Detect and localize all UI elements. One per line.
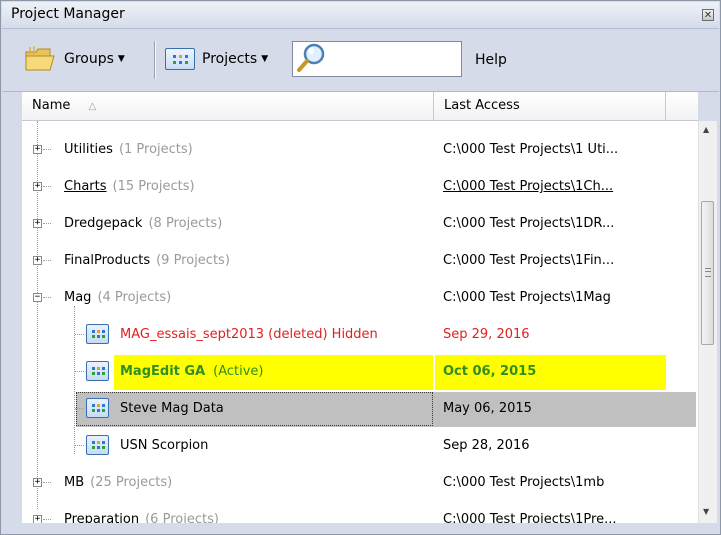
last-access: Sep 28, 2016 <box>443 438 530 453</box>
folder-icon <box>25 46 55 71</box>
group-name: Preparation (6 Projects) <box>64 512 219 523</box>
group-label: MB <box>64 475 85 490</box>
group-label: Preparation <box>64 512 140 523</box>
tree-connector <box>75 408 84 409</box>
column-header-row: Name △ Last Access <box>22 92 698 121</box>
scrollbar-thumb[interactable] <box>701 201 714 345</box>
group-name: Utilities (1 Projects) <box>64 142 193 157</box>
projects-label: Projects <box>202 51 258 67</box>
groups-label: Groups <box>64 51 114 67</box>
project-name-active: MagEdit GA (Active) <box>120 364 264 379</box>
tree-row-group[interactable]: + Preparation (6 Projects) C:\000 Test Pr… <box>22 502 698 523</box>
last-access: May 06, 2015 <box>443 401 532 416</box>
group-count: (15 Projects) <box>112 179 195 194</box>
groups-dropdown-icon: ▼ <box>117 54 125 64</box>
groups-button[interactable]: Groups ▼ <box>24 42 125 76</box>
project-label: MagEdit GA <box>120 364 206 379</box>
last-access: C:\000 Test Projects\1Mag <box>443 290 611 305</box>
expand-icon[interactable]: + <box>33 478 42 487</box>
scrollbar-grip-icon <box>705 268 711 277</box>
project-icon <box>86 435 109 455</box>
window-title: Project Manager <box>11 6 125 22</box>
last-access: C:\000 Test Projects\1DR... <box>443 216 615 231</box>
group-name: MB (25 Projects) <box>64 475 172 490</box>
column-header-last-access-label: Last Access <box>444 98 520 113</box>
last-access: C:\000 Test Projects\1 Uti... <box>443 142 619 157</box>
magnifier-icon <box>297 43 325 72</box>
project-name-deleted: MAG_essais_sept2013 (deleted) Hidden <box>120 327 378 342</box>
tree-row-project-selected[interactable]: Steve Mag Data May 06, 2015 <box>22 391 698 428</box>
expand-icon[interactable]: + <box>33 182 42 191</box>
project-label: Steve Mag Data <box>120 401 224 416</box>
last-access: C:\000 Test Projects\1Ch... <box>443 179 614 194</box>
last-access: C:\000 Test Projects\1Pre... <box>443 512 617 523</box>
active-status: (Active) <box>213 364 264 379</box>
project-icon <box>86 324 109 344</box>
group-count: (8 Projects) <box>148 216 223 231</box>
column-header-name[interactable]: Name △ <box>22 92 434 120</box>
group-count: (9 Projects) <box>156 253 230 268</box>
projects-button[interactable]: Projects ▼ <box>165 42 268 76</box>
scroll-up-icon[interactable]: ▲ <box>703 125 709 134</box>
group-name: Mag (4 Projects) <box>64 290 171 305</box>
last-access: C:\000 Test Projects\1Fin... <box>443 253 615 268</box>
tree-connector <box>75 334 84 335</box>
group-label: Charts <box>64 179 107 194</box>
tree-row-group[interactable]: − Mag (4 Projects) C:\000 Test Projects\1… <box>22 280 698 317</box>
tree-row-project[interactable]: MAG_essais_sept2013 (deleted) Hidden Sep… <box>22 317 698 354</box>
last-access: C:\000 Test Projects\1mb <box>443 475 605 490</box>
group-label: Utilities <box>64 142 113 157</box>
close-button[interactable]: ✕ <box>702 9 714 21</box>
tree-connector <box>43 223 51 224</box>
group-label: Dredgepack <box>64 216 143 231</box>
project-icon <box>86 398 109 418</box>
group-count: (25 Projects) <box>90 475 173 490</box>
project-manager-window: Project Manager ✕ Groups ▼ Projects ▼ He… <box>0 0 721 535</box>
expand-icon[interactable]: + <box>33 256 42 265</box>
vertical-scrollbar[interactable]: ▲ ▼ <box>698 121 717 523</box>
project-icon <box>86 361 109 381</box>
group-count: (4 Projects) <box>97 290 172 305</box>
tree-connector <box>75 445 84 446</box>
help-menu[interactable]: Help <box>475 52 507 68</box>
title-bar: Project Manager ✕ <box>2 2 719 29</box>
tree-row-group[interactable]: + MB (25 Projects) C:\000 Test Projects\1… <box>22 465 698 502</box>
tree-connector <box>75 371 84 372</box>
tree-row-group[interactable]: + FinalProducts (9 Projects) C:\000 Test … <box>22 243 698 280</box>
tree-row-group[interactable]: + Charts (15 Projects) C:\000 Test Projec… <box>22 169 698 206</box>
toolbar: Groups ▼ Projects ▼ Help <box>2 29 719 92</box>
group-name: FinalProducts (9 Projects) <box>64 253 230 268</box>
projects-dropdown-icon: ▼ <box>261 54 269 64</box>
tree-row-project[interactable]: USN Scorpion Sep 28, 2016 <box>22 428 698 465</box>
tree-connector <box>43 482 51 483</box>
group-count: (6 Projects) <box>145 512 219 523</box>
collapse-icon[interactable]: − <box>33 293 42 302</box>
tree-connector <box>43 149 51 150</box>
project-tree-list: + Utilities (1 Projects) C:\000 Test Proj… <box>22 121 698 523</box>
tree-connector <box>43 519 51 520</box>
group-count: (1 Projects) <box>118 142 193 157</box>
column-header-last-access[interactable]: Last Access <box>434 92 666 120</box>
sort-ascending-icon: △ <box>88 101 97 112</box>
projects-grid-icon <box>165 48 195 70</box>
tree-connector <box>43 186 51 187</box>
group-label: FinalProducts <box>64 253 151 268</box>
last-access: Oct 06, 2015 <box>443 364 537 379</box>
expand-icon[interactable]: + <box>33 515 42 523</box>
scroll-down-icon[interactable]: ▼ <box>703 507 709 516</box>
expand-icon[interactable]: + <box>33 219 42 228</box>
tree-row-group[interactable]: + Utilities (1 Projects) C:\000 Test Proj… <box>22 132 698 169</box>
project-label: USN Scorpion <box>120 438 209 453</box>
toolbar-separator <box>154 41 155 79</box>
last-access: Sep 29, 2016 <box>443 327 530 342</box>
tree-row-project-active[interactable]: MagEdit GA (Active) Oct 06, 2015 <box>22 354 698 391</box>
group-name: Dredgepack (8 Projects) <box>64 216 222 231</box>
column-header-name-label: Name <box>32 98 71 113</box>
tree-connector <box>43 260 51 261</box>
tree-row-group[interactable]: + Dredgepack (8 Projects) C:\000 Test Pro… <box>22 206 698 243</box>
expand-icon[interactable]: + <box>33 145 42 154</box>
group-label: Mag <box>64 290 92 305</box>
group-name: Charts (15 Projects) <box>64 179 195 194</box>
tree-connector <box>43 297 51 298</box>
